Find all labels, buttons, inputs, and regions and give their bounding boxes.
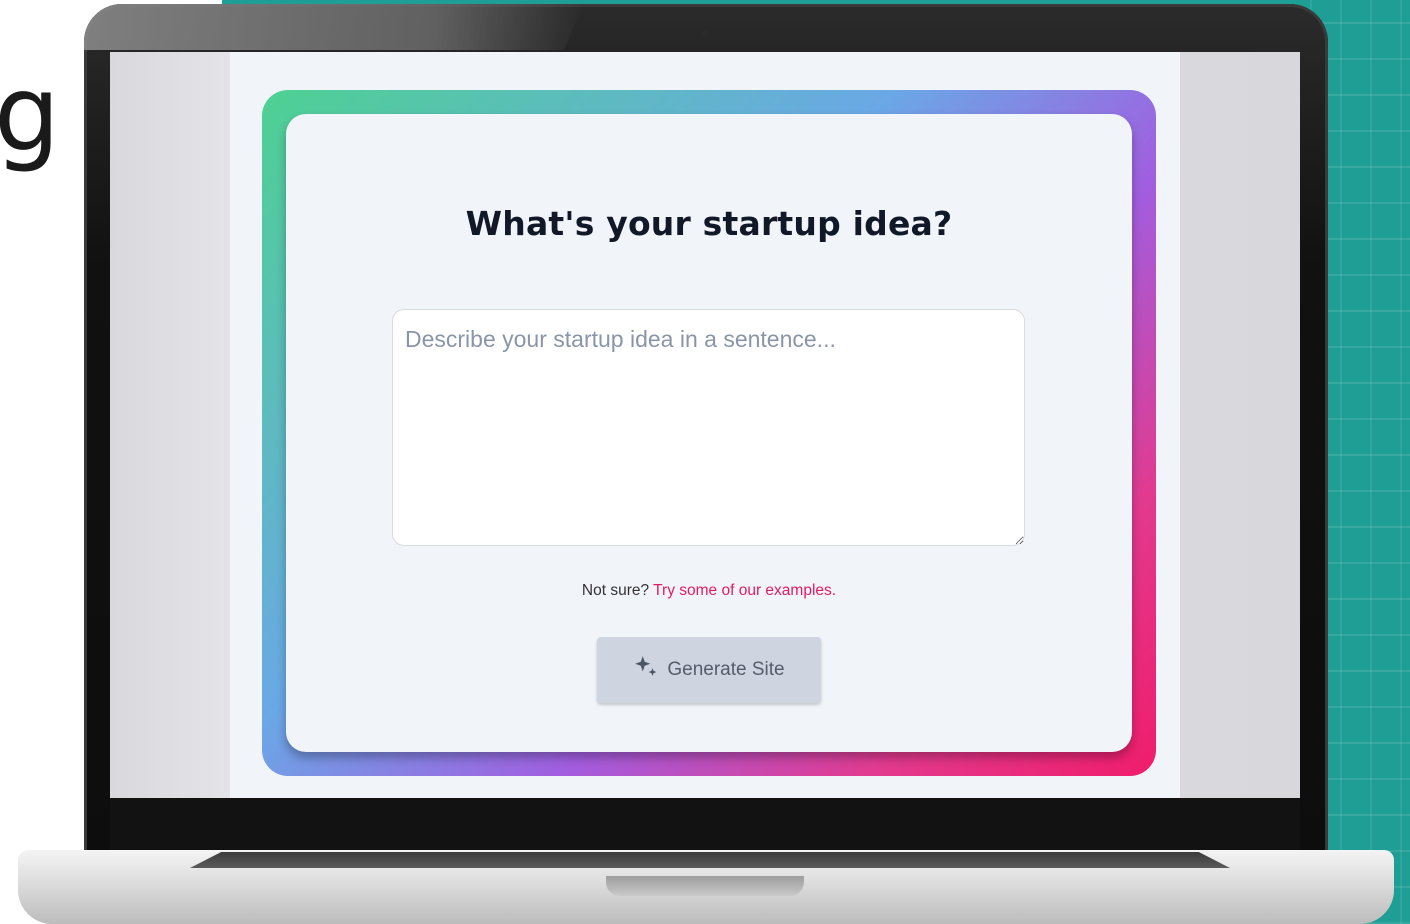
cropped-heading-glyph: g — [0, 53, 61, 175]
lid-highlight — [84, 4, 584, 50]
examples-hint: Not sure? Try some of our examples. — [286, 582, 1132, 600]
hint-prefix: Not sure? — [581, 582, 650, 599]
generate-site-button[interactable]: Generate Site — [597, 637, 821, 703]
camera-dot — [702, 30, 708, 36]
generate-site-label: Generate Site — [667, 659, 785, 680]
sparkles-icon — [633, 654, 659, 686]
startup-idea-textarea[interactable] — [392, 309, 1025, 546]
page-title: What's your startup idea? — [465, 204, 953, 243]
screen-bezel — [110, 798, 1300, 854]
keyboard-edge — [190, 852, 1230, 868]
trackpad-notch — [606, 876, 804, 896]
examples-link[interactable]: Try some of our examples. — [653, 582, 836, 599]
